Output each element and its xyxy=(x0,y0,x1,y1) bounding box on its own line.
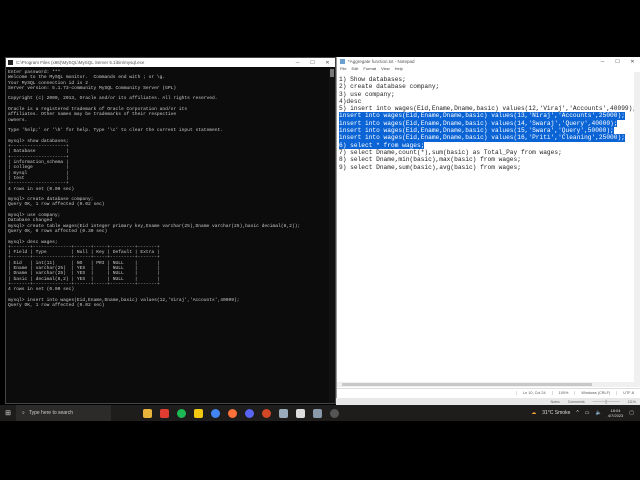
text-line: insert into wages(Eid,Ename,Dname,basic)… xyxy=(339,119,632,128)
clock[interactable]: 18:04 4/7/2023 xyxy=(608,408,624,418)
close-button[interactable]: ✕ xyxy=(625,59,640,65)
windows-start-icon[interactable]: ⊞ xyxy=(0,409,16,417)
zoom-percent[interactable]: 111% xyxy=(628,400,636,404)
text-line: 2) create database company; xyxy=(339,83,632,90)
console-output[interactable]: Enter password: *** Welcome to the MySQL … xyxy=(8,70,327,308)
minimize-button[interactable]: ─ xyxy=(595,59,610,65)
text-line: insert into wages(Eid,Ename,Dname,basic)… xyxy=(339,127,632,135)
menu-help[interactable]: Help xyxy=(395,66,403,72)
text-line: 7) select Dname,count(*),sum(basic) as T… xyxy=(339,149,632,156)
notepad-title: *Aggregate function.txt - Notepad xyxy=(348,59,415,64)
notes-button[interactable]: Notes xyxy=(551,400,560,404)
menu-file[interactable]: File xyxy=(340,66,346,72)
menu-edit[interactable]: Edit xyxy=(351,66,358,72)
line-text: 1) Show databases; xyxy=(339,76,406,83)
line-text: 9) select Dname,sum(basic),avg(basic) fr… xyxy=(339,163,521,171)
network-icon[interactable]: ▭ xyxy=(585,410,590,416)
terminal-taskbar-icon[interactable] xyxy=(296,408,305,418)
comments-button[interactable]: Comments xyxy=(568,400,585,404)
menu-bar: File Edit Format View Help xyxy=(337,66,640,72)
cursor-position: Ln 10, Col 24 xyxy=(516,390,552,395)
text-line: 9) select Dname,sum(basic),avg(basic) fr… xyxy=(339,164,632,171)
app-icon[interactable] xyxy=(313,408,322,418)
maximize-button[interactable]: ☐ xyxy=(610,59,625,65)
taskbar-search[interactable]: ⌕ Type here to search xyxy=(16,405,111,421)
selected-text: insert into wages(Eid,Ename,Dname,basic)… xyxy=(339,112,625,120)
text-line: 8) select Dname,min(basic),max(basic) fr… xyxy=(339,156,632,163)
spotify-icon[interactable] xyxy=(177,408,186,418)
line-text: 7) select Dname,count(*),sum(basic) as T… xyxy=(339,148,562,156)
text-line: 3) use company; xyxy=(339,91,632,98)
line-text: 4)desc xyxy=(339,97,362,105)
console-title-bar[interactable]: C:\Program Files (x86)\MySQL\MySQL Serve… xyxy=(6,58,335,67)
minimize-button[interactable]: ─ xyxy=(290,60,305,66)
menu-view[interactable]: View xyxy=(381,66,390,72)
line-text: 2) create database company; xyxy=(339,83,440,91)
console-app-icon xyxy=(8,60,13,65)
mysql-console-window[interactable]: C:\Program Files (x86)\MySQL\MySQL Serve… xyxy=(5,57,336,404)
line-text: 3) use company; xyxy=(339,90,395,98)
line-text: 8) select Dname,min(basic),max(basic) fr… xyxy=(339,156,521,164)
notepad-text-area[interactable]: 1) Show databases; 2) create database com… xyxy=(339,76,636,171)
selected-text: 6) select * from wages; xyxy=(339,141,425,149)
close-button[interactable]: ✕ xyxy=(320,60,335,66)
console-title: C:\Program Files (x86)\MySQL\MySQL Serve… xyxy=(16,60,145,65)
zoom-level: 100% xyxy=(551,390,575,395)
discord-icon[interactable] xyxy=(245,408,254,418)
zoom-slider[interactable]: ─────┃───── xyxy=(593,400,620,404)
tray-chevron-icon[interactable]: ^ xyxy=(576,410,578,416)
text-line: insert into wages(Eid,Ename,Dname,basic)… xyxy=(339,112,632,120)
notifications-icon[interactable]: ▢ xyxy=(629,410,634,416)
scroll-thumb[interactable] xyxy=(330,69,334,77)
taskbar: ⊞ ⌕ Type here to search ☁ 31°C Smoke ^ ▭ … xyxy=(0,405,640,421)
status-bar: Ln 10, Col 24 100% Windows (CRLF) UTF-8 xyxy=(337,388,640,396)
encoding: UTF-8 xyxy=(616,390,640,395)
horizontal-scrollbar[interactable] xyxy=(337,382,634,387)
notepad-icon xyxy=(340,59,345,64)
search-icon: ⌕ xyxy=(22,410,25,416)
notepad-window[interactable]: *Aggregate function.txt - Notepad ─ ☐ ✕ Fi… xyxy=(336,57,640,398)
chrome-icon[interactable] xyxy=(211,408,220,418)
volume-icon[interactable]: 🔈 xyxy=(595,410,601,416)
firefox-icon[interactable] xyxy=(228,408,237,418)
weather-icon[interactable]: ☁ xyxy=(531,410,536,416)
text-line: 5) insert into wages(Eid,Ename,Dname,bas… xyxy=(339,105,636,112)
text-line: 4)desc xyxy=(339,98,632,105)
weather-text[interactable]: 31°C Smoke xyxy=(542,410,570,416)
notepad-title-bar[interactable]: *Aggregate function.txt - Notepad ─ ☐ ✕ xyxy=(337,57,640,66)
date: 4/7/2023 xyxy=(607,413,624,418)
line-text: 5) insert into wages(Eid,Ename,Dname,bas… xyxy=(339,105,637,113)
selected-text: insert into wages(Eid,Ename,Dname,basic)… xyxy=(339,127,614,135)
line-endings: Windows (CRLF) xyxy=(574,390,616,395)
text-line: 6) select * from wages; xyxy=(339,141,632,149)
sticky-notes-icon[interactable] xyxy=(194,408,203,418)
selected-text: insert into wages(Eid,Ename,Dname,basic)… xyxy=(339,134,625,142)
text-line: insert into wages(Eid,Ename,Dname,basic)… xyxy=(339,134,632,142)
maximize-button[interactable]: ☐ xyxy=(305,60,320,66)
brave-icon[interactable] xyxy=(160,408,169,418)
vertical-scrollbar[interactable] xyxy=(634,72,640,387)
scroll-thumb[interactable] xyxy=(342,383,592,386)
console-scrollbar[interactable] xyxy=(329,67,335,403)
file-explorer-icon[interactable] xyxy=(143,408,152,418)
console-line: Query OK, 1 row affected (0.02 sec) xyxy=(8,303,105,309)
search-placeholder: Type here to search xyxy=(28,410,74,416)
text-line: 1) Show databases; xyxy=(339,76,632,83)
recorder-icon[interactable] xyxy=(330,408,339,418)
powerpoint-icon[interactable] xyxy=(262,408,271,418)
menu-format[interactable]: Format xyxy=(363,66,376,72)
selected-text: insert into wages(Eid,Ename,Dname,basic)… xyxy=(339,119,618,128)
notepad-taskbar-icon[interactable] xyxy=(279,408,288,418)
background-app-status-bar: Notes Comments ─────┃───── 111% xyxy=(336,398,640,405)
